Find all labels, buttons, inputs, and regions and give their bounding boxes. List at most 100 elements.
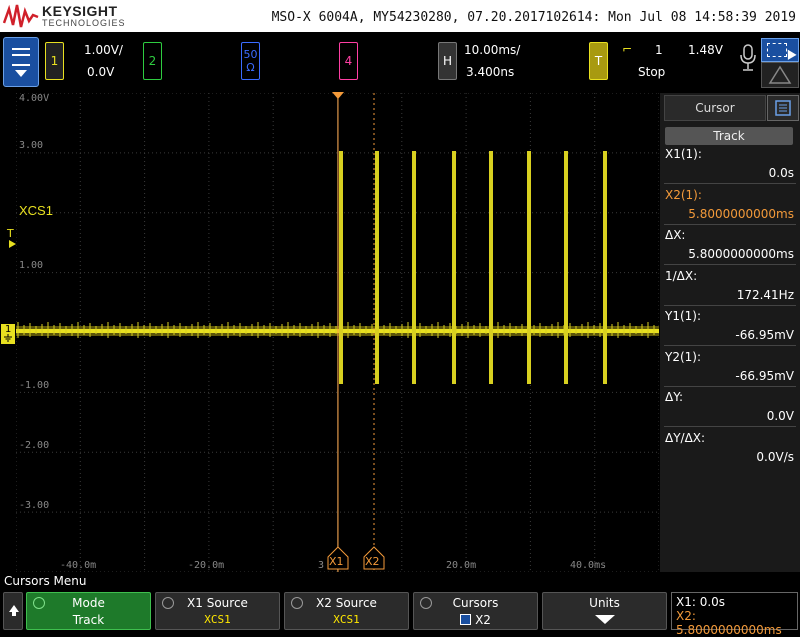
cursor-x1-label: X1 [329, 555, 344, 568]
mode-value: Track [72, 613, 105, 627]
cursor-row-value: 172.41Hz [736, 287, 794, 302]
units-softkey[interactable]: Units [542, 592, 667, 630]
channel-label: XCS1 [19, 203, 53, 218]
cursors-softkey[interactable]: Cursors X2 [413, 592, 538, 630]
cursor-row-label: Y2(1): [665, 349, 702, 364]
cursor-row-label: ΔY/ΔX: [665, 430, 706, 445]
x1-source-label: X1 Source [187, 596, 248, 610]
channel-3-impedance: Ω [246, 61, 255, 74]
channel-1-number: 1 [50, 54, 59, 68]
arrow-down-icon [595, 615, 615, 624]
row-divider [664, 385, 796, 387]
x1-source-softkey[interactable]: X1 Source XCS1 [155, 592, 280, 630]
tab-cursor-label: Cursor [695, 101, 735, 115]
trigger-level-marker[interactable]: T [4, 227, 18, 249]
x-tick-label: 20.0m [446, 560, 477, 571]
zoom-window-button[interactable] [761, 38, 799, 62]
trigger-level-letter: T [7, 227, 14, 240]
delta-icon [768, 65, 792, 84]
waveform-pulse [603, 151, 607, 384]
sidebar-menu-button[interactable] [767, 95, 799, 121]
x-tick-label: -40.0m [60, 560, 97, 571]
run-state: Stop [638, 65, 666, 79]
channel-3-number: 50 [243, 48, 258, 61]
row-divider [664, 223, 796, 225]
mode-label: Mode [72, 596, 105, 610]
channel-1-ground-marker[interactable]: 1 [1, 324, 15, 344]
readout-x2: X2: 5.8000000000ms [676, 609, 782, 637]
microphone-icon[interactable] [738, 42, 758, 74]
cursor-x2-handle[interactable]: X2 [363, 546, 385, 570]
cursors-label: Cursors [452, 596, 499, 610]
time-scale: 10.00ms/ [464, 43, 521, 57]
cursor-checkbox-icon [460, 614, 472, 625]
list-icon [775, 100, 791, 116]
y-tick-label: -2.00 [19, 440, 50, 451]
title-bar: KEYSIGHT TECHNOLOGIES MSO-X 6004A, MY542… [0, 0, 800, 32]
trigger-level: 1.48V [688, 43, 723, 57]
time-delay: 3.400ns [466, 65, 515, 79]
x2-source-value: XCS1 [333, 613, 360, 626]
y-tick-label: 3.00 [19, 140, 44, 151]
cursor-row-label: X2(1): [665, 187, 702, 202]
channel-3-button[interactable]: 50 Ω [241, 42, 260, 80]
ground-icon [4, 334, 12, 342]
x2-source-softkey[interactable]: X2 Source XCS1 [284, 592, 409, 630]
units-label: Units [589, 596, 620, 610]
x-tick-label: 40.0ms [570, 560, 607, 571]
row-divider [664, 264, 796, 265]
channel-2-button[interactable]: 2 [143, 42, 162, 80]
waveform-display[interactable] [16, 93, 659, 572]
cursor-row-value: 0.0V [766, 409, 794, 423]
waveform-pulse [339, 151, 343, 384]
trigger-source: 1 [655, 43, 663, 57]
trigger-label: T [594, 54, 603, 68]
instrument-info: MSO-X 6004A, MY54230280, 07.20.201710261… [271, 10, 796, 25]
y-tick-label: -1.00 [19, 380, 50, 391]
waveform-pulse [527, 151, 531, 384]
channel-2-number: 2 [148, 54, 157, 68]
brand-name: KEYSIGHT [42, 3, 118, 19]
row-divider [664, 426, 796, 427]
chevron-down-icon [15, 70, 27, 77]
cursor-x1-handle[interactable]: X1 [327, 546, 349, 570]
waveform-pulse [375, 151, 379, 384]
x1-source-value: XCS1 [204, 613, 231, 626]
cursor-row-value: 0.0s [768, 166, 794, 180]
y-tick-label: -3.00 [19, 500, 50, 511]
horizontal-label: H [442, 54, 453, 68]
arrow-right-icon [9, 240, 16, 248]
cursor-readout: X1: 0.0s X2: 5.8000000000ms [671, 592, 798, 637]
cursor-row-value: 5.8000000000ms [688, 247, 794, 261]
back-button[interactable] [3, 592, 23, 630]
channel-4-number: 4 [344, 54, 353, 68]
cursor-x2-label: X2 [365, 555, 380, 568]
track-button[interactable]: Track [665, 127, 793, 145]
y-tick-label: 1.00 [19, 260, 44, 271]
channel-1-button[interactable]: 1 [45, 42, 64, 80]
waveform-pulse [489, 151, 493, 384]
horizontal-button[interactable]: H [438, 42, 457, 80]
channel-1-offset: 0.0V [87, 65, 115, 79]
cursors-value: X2 [475, 613, 491, 627]
measure-triangle-button[interactable] [761, 62, 799, 88]
row-divider [664, 345, 796, 346]
x2-source-label: X2 Source [316, 596, 377, 610]
channel-4-button[interactable]: 4 [339, 42, 358, 80]
brand-subtitle: TECHNOLOGIES [42, 18, 126, 28]
row-divider [664, 183, 796, 184]
waveform-pulse [452, 151, 456, 384]
trigger-button[interactable]: T [589, 42, 608, 80]
channel-1-scale: 1.00V/ [84, 43, 123, 57]
waveform-graticule [16, 93, 659, 572]
waveform-pulse [412, 151, 416, 384]
mode-softkey[interactable]: Mode Track [26, 592, 151, 630]
row-divider [664, 304, 796, 306]
tab-cursor[interactable]: Cursor [664, 95, 766, 121]
cursor-row-label: 1/ΔX: [665, 268, 698, 283]
main-menu-button[interactable] [3, 37, 39, 87]
cursor-row-value: 0.0V/s [756, 449, 794, 464]
cursor-row-label: ΔX: [665, 228, 686, 242]
cursor-row-value: -66.95mV [735, 328, 794, 342]
y-tick-label: 4.00V [19, 93, 50, 104]
